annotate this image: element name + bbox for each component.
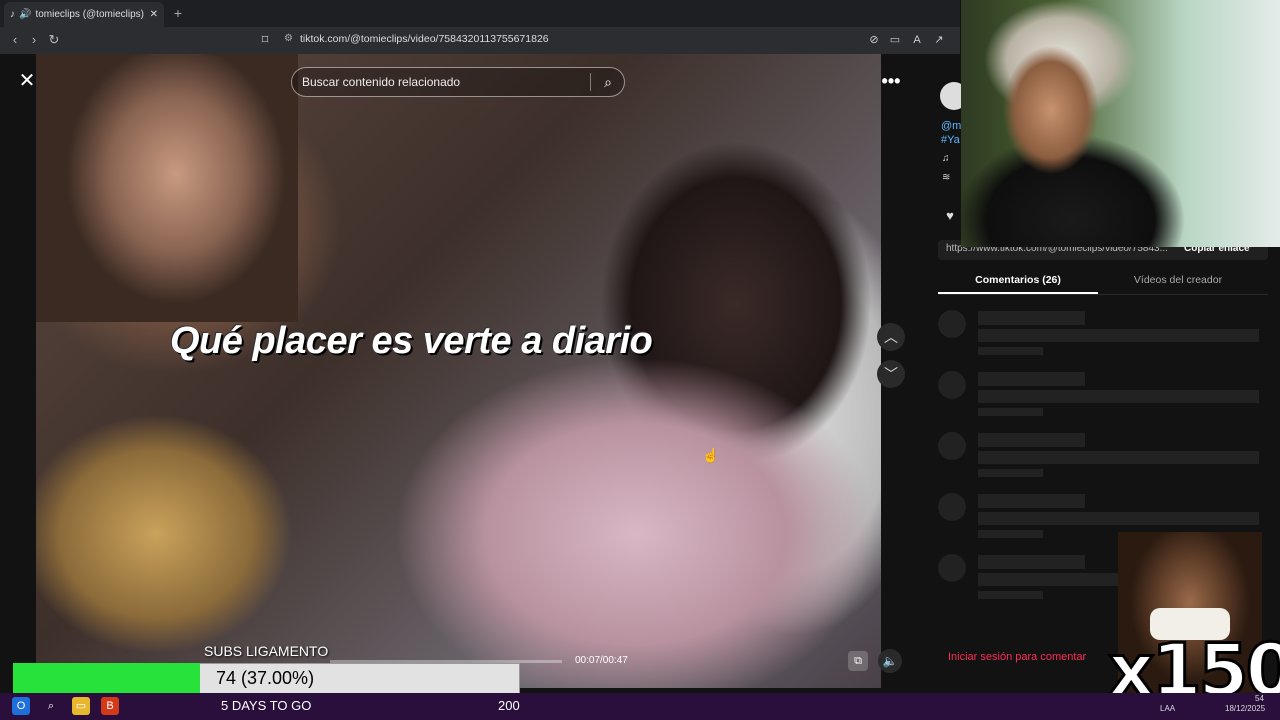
tab-comments[interactable]: Comentarios (26) [938,274,1098,286]
subs-goal-fill [13,663,200,694]
site-info-icon[interactable]: ⚙ [284,33,293,44]
more-options-icon[interactable]: ••• [878,70,904,92]
reload-icon[interactable]: ↻ [45,31,63,49]
url-field[interactable]: tiktok.com/@tomieclips/video/75843201137… [300,33,549,45]
outlook-icon[interactable]: O [12,697,30,715]
volume-icon[interactable]: 🔈 [878,649,902,673]
search-icon[interactable]: ⌕ [42,697,60,715]
comment-skeleton-line [978,494,1085,508]
search-icon[interactable]: ⌕ [598,72,618,92]
new-tab-icon[interactable]: + [170,5,186,21]
comment-skeleton-line [978,530,1043,538]
clock-time[interactable]: 54 [1255,694,1264,703]
comment-skeleton-avatar [938,432,966,460]
video-inset-image [36,54,298,322]
browser-tab[interactable]: ♪ 🔊 tomieclips (@tomieclips) | Tik ✕ [4,2,164,27]
tab-divider [938,294,1268,295]
creator-handle[interactable]: @m [941,120,961,132]
tab-close-icon[interactable]: ✕ [150,9,158,20]
bookmark-icon[interactable]: ⌑ [256,31,274,49]
mouse-cursor-icon: ☝ [702,447,720,463]
comment-skeleton-line [978,311,1085,325]
comment-skeleton-line [978,372,1085,386]
comment-skeleton-line [978,555,1085,569]
video-time: 00:07/00:47 [575,655,628,666]
brave-browser-icon[interactable]: B [101,697,119,715]
effect-icon: ≋ [942,172,951,183]
goal-target-text: 200 [498,698,520,713]
webcam-overlay [961,0,1280,247]
search-divider [590,73,591,91]
comment-skeleton-line [978,347,1043,355]
like-icon[interactable]: ♥ [940,206,960,226]
comment-skeleton-line [978,591,1043,599]
comment-skeleton-avatar [938,310,966,338]
video-caption: Qué placer es verte a diario [170,320,653,362]
forward-icon[interactable]: › [25,31,43,49]
translate-icon[interactable]: A [908,32,926,48]
search-placeholder: Buscar contenido relacionado [302,75,461,89]
no-tracking-icon[interactable]: ⊘ [865,32,883,48]
comment-skeleton-line [978,469,1043,477]
share-icon[interactable]: ↗ [930,32,948,48]
next-video-icon[interactable]: ﹀ [877,360,905,388]
music-icon: ♫ [942,153,950,164]
comment-skeleton-line [978,451,1259,464]
clock-date[interactable]: 18/12/2025 [1225,704,1265,713]
comment-skeleton-avatar [938,371,966,399]
comment-skeleton-avatar [938,554,966,582]
comment-skeleton-line [978,512,1259,525]
hashtag-link[interactable]: #Ya [941,134,960,146]
cast-icon[interactable]: ▭ [886,32,904,48]
language-indicator[interactable]: LAA [1160,704,1175,713]
tiktok-favicon-icon: ♪ [10,9,15,20]
comment-skeleton-line [978,433,1085,447]
tab-creator-videos[interactable]: Vídeos del creador [1098,274,1258,286]
subs-goal-text: 74 (37.00%) [216,668,315,688]
search-input[interactable]: Buscar contenido relacionado [291,67,625,97]
tab-title: tomieclips (@tomieclips) | Tik [35,9,145,20]
taskbar [0,693,1280,720]
close-icon[interactable]: ✕ [14,68,40,94]
picture-in-picture-icon[interactable]: ⧉ [848,651,868,671]
subs-goal-label: SUBS LIGAMENTO [204,643,329,659]
previous-video-icon[interactable]: ︿ [877,323,905,351]
file-explorer-icon[interactable]: ▭ [72,697,90,715]
comment-skeleton-line [978,390,1259,403]
back-icon[interactable]: ‹ [6,31,24,49]
comment-skeleton-line [978,408,1043,416]
days-left-text: 5 DAYS TO GO [221,698,312,713]
comment-skeleton-avatar [938,493,966,521]
comment-skeleton-line [978,329,1259,342]
audio-playing-icon: 🔊 [19,9,32,20]
